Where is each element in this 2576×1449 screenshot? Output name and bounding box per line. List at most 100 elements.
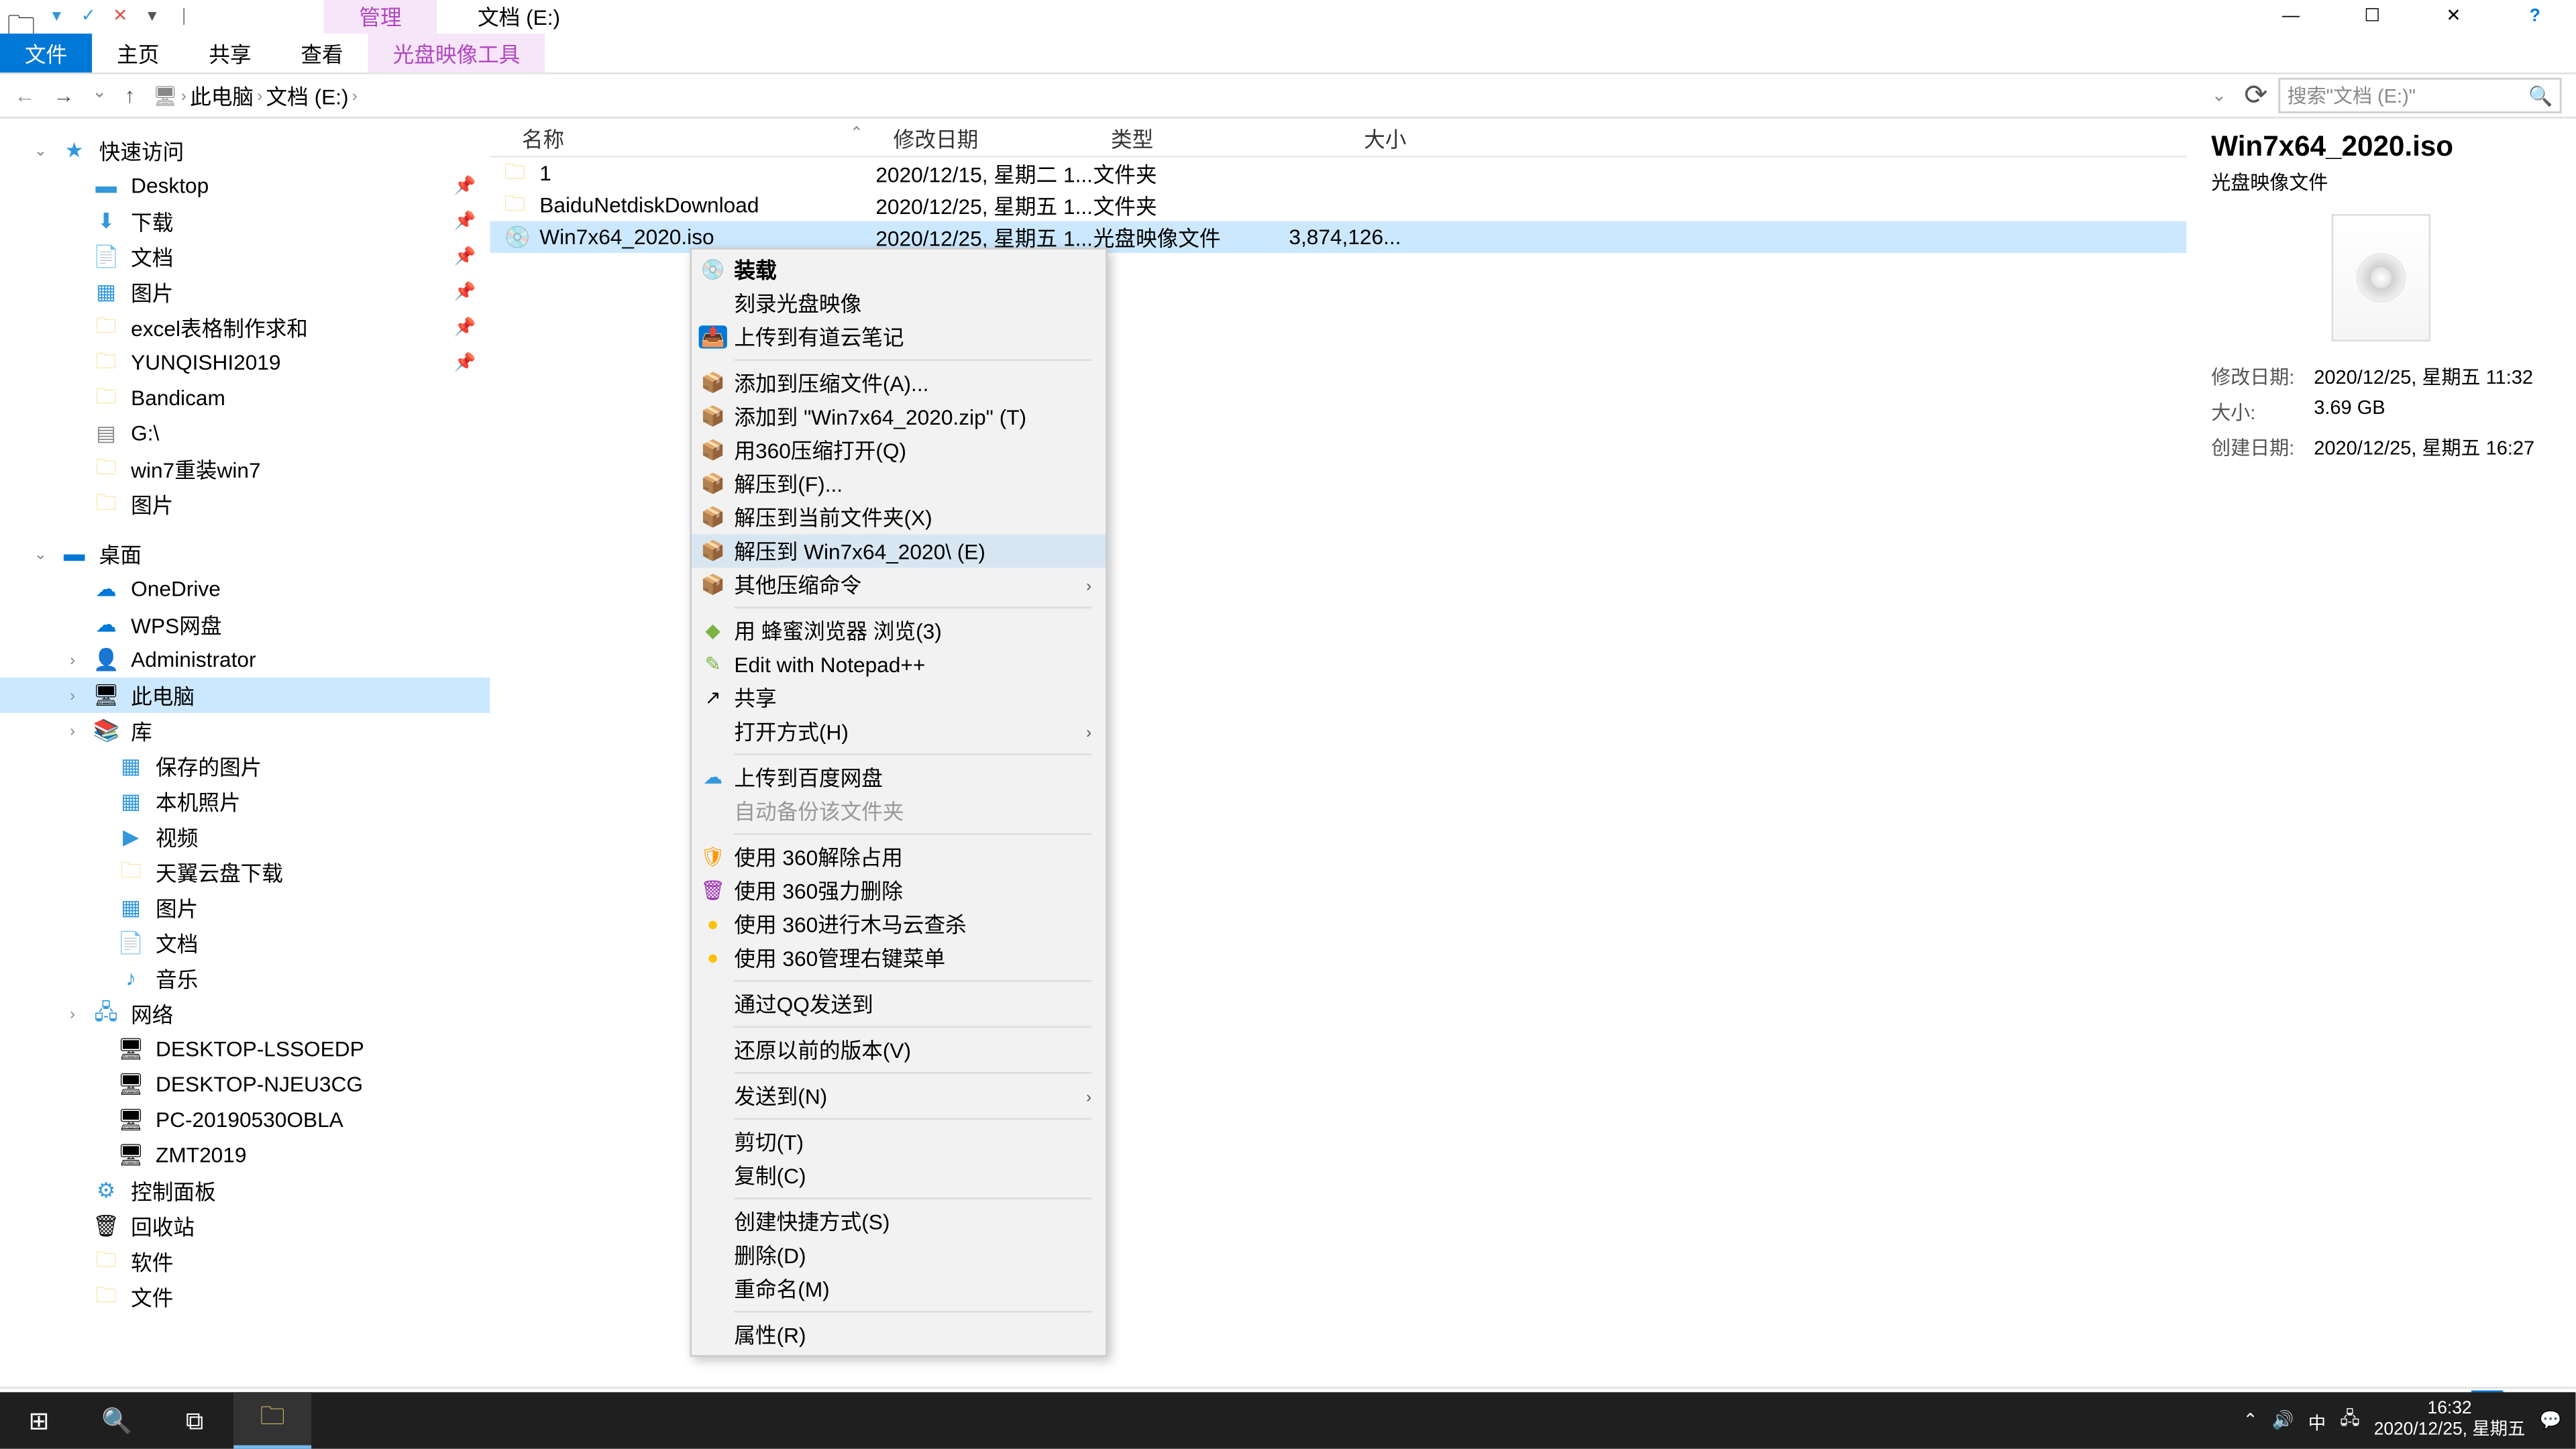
file-row[interactable]: 🗀12020/12/15, 星期二 1...文件夹 [490, 158, 2186, 189]
search-input[interactable]: 搜索"文档 (E:)" 🔍 [2278, 78, 2561, 113]
context-menu-item[interactable]: 📦解压到 Win7x64_2020\ (E) [692, 534, 1106, 568]
tree-item[interactable]: ›🖥此电脑 [0, 678, 490, 713]
tree-item[interactable]: ›👤Administrator [0, 642, 490, 678]
context-menu-item[interactable]: 还原以前的版本(V) [692, 1033, 1106, 1067]
breadcrumb[interactable]: 🖥› 此电脑› 文档 (E:)› ⌄ [146, 80, 2233, 111]
notifications-icon[interactable]: 💬 [2540, 1411, 2562, 1430]
context-menu-item[interactable]: 通过QQ发送到 [692, 987, 1106, 1020]
context-menu-item[interactable]: 📦其他压缩命令› [692, 568, 1106, 601]
context-menu-item[interactable]: 📦用360压缩打开(Q) [692, 433, 1106, 467]
ribbon-tab-3[interactable]: 查看 [276, 34, 368, 72]
header-name[interactable]: 名称 ⌃ [490, 119, 879, 156]
tree-item[interactable]: 🖥DESKTOP-LSSOEDP [0, 1031, 490, 1067]
up-button[interactable]: ↑ [125, 83, 136, 108]
tree-item[interactable]: ▶视频 [0, 819, 490, 855]
tree-item[interactable]: ›📚库 [0, 713, 490, 749]
taskbar-button[interactable]: ⊞ [0, 1392, 78, 1448]
network-icon[interactable]: 🖧 [2340, 1405, 2359, 1436]
tree-item[interactable]: 🗀Bandicam [0, 380, 490, 416]
context-menu-item[interactable]: ↗共享 [692, 681, 1106, 714]
tree-item[interactable]: 📄文档📌 [0, 239, 490, 274]
context-menu-item[interactable]: ✎Edit with Notepad++ [692, 647, 1106, 681]
tree-label: 文档 [156, 928, 198, 958]
tree-item[interactable]: ▦图片📌 [0, 274, 490, 310]
tree-item[interactable]: ▦保存的图片 [0, 748, 490, 784]
clock[interactable]: 16:32 2020/12/25, 星期五 [2374, 1399, 2526, 1442]
tree-item[interactable]: 🗀图片 [0, 486, 490, 522]
context-menu-item[interactable]: 🗑使用 360强力删除 [692, 874, 1106, 908]
context-menu-item[interactable]: 删除(D) [692, 1238, 1106, 1272]
context-menu-item[interactable]: 📦添加到 "Win7x64_2020.zip" (T) [692, 400, 1106, 433]
context-menu-item[interactable]: 打开方式(H)› [692, 714, 1106, 748]
tree-item[interactable]: 🖥PC-20190530OBLA [0, 1102, 490, 1138]
refresh-button[interactable]: ⟳ [2244, 78, 2267, 113]
tree-item[interactable]: 🗀软件 [0, 1244, 490, 1279]
help-button[interactable]: ? [2494, 0, 2575, 34]
ribbon-tab-2[interactable]: 共享 [184, 34, 276, 72]
ribbon-tab-4[interactable]: 光盘映像工具 [368, 34, 545, 72]
tree-item[interactable]: 🖥ZMT2019 [0, 1138, 490, 1173]
tree-item[interactable]: 📄文档 [0, 925, 490, 961]
context-menu-item[interactable]: 📦添加到压缩文件(A)... [692, 366, 1106, 400]
header-type[interactable]: 类型 [1097, 119, 1281, 156]
qa-check-icon[interactable]: ✓ [78, 7, 99, 27]
forward-button[interactable]: → [53, 83, 74, 108]
tree-item[interactable]: ▤G:\ [0, 416, 490, 451]
qa-x-icon[interactable]: ✕ [109, 7, 131, 27]
tree-item[interactable]: ⚙控制面板 [0, 1173, 490, 1208]
taskbar-button[interactable]: 🗀 [233, 1392, 311, 1448]
tree-item[interactable]: 🗀win7重装win7 [0, 451, 490, 486]
context-menu-item[interactable]: 📤上传到有道云笔记 [692, 320, 1106, 354]
context-menu-item[interactable]: 🛡使用 360解除占用 [692, 841, 1106, 874]
context-menu-item[interactable]: 发送到(N)› [692, 1079, 1106, 1113]
context-menu-item[interactable]: ●使用 360管理右键菜单 [692, 941, 1106, 975]
header-modified[interactable]: 修改日期 [879, 119, 1097, 156]
taskbar-button[interactable]: ⧉ [156, 1392, 233, 1448]
tree-item[interactable]: ♪音乐 [0, 961, 490, 996]
tree-label: Desktop [131, 173, 209, 198]
context-menu-item[interactable]: 复制(C) [692, 1159, 1106, 1192]
context-menu-item[interactable]: 属性(R) [692, 1318, 1106, 1352]
tree-icon: 🖧 [92, 995, 120, 1032]
tree-item[interactable]: 🖥DESKTOP-NJEU3CG [0, 1067, 490, 1102]
context-menu-item[interactable]: 剪切(T) [692, 1125, 1106, 1159]
tray-chevron-icon[interactable]: ⌃ [2243, 1411, 2258, 1430]
tree-item[interactable]: 🗀文件 [0, 1279, 490, 1315]
tree-item[interactable]: 🗀YUNQISHI2019📌 [0, 345, 490, 380]
tree-item[interactable]: ☁OneDrive [0, 572, 490, 607]
tree-item[interactable]: 🗀excel表格制作求和📌 [0, 309, 490, 345]
context-menu-item[interactable]: 刻录光盘映像 [692, 286, 1106, 320]
tree-item[interactable]: ⌄★快速访问 [0, 133, 490, 168]
column-headers[interactable]: 名称 ⌃ 修改日期 类型 大小 [490, 119, 2186, 158]
ribbon-tab-0[interactable]: 文件 [0, 34, 92, 72]
back-button[interactable]: ← [14, 83, 36, 108]
context-menu-item[interactable]: 创建快捷方式(S) [692, 1205, 1106, 1238]
file-row[interactable]: 🗀BaiduNetdiskDownload2020/12/25, 星期五 1..… [490, 189, 2186, 221]
maximize-button[interactable]: ☐ [2332, 0, 2413, 34]
taskbar-button[interactable]: 🔍 [78, 1392, 156, 1448]
tree-item[interactable]: ⌄▬桌面 [0, 536, 490, 572]
context-menu-item[interactable]: 📦解压到当前文件夹(X) [692, 500, 1106, 534]
tree-item[interactable]: ▦本机照片 [0, 784, 490, 819]
minimize-button[interactable]: — [2250, 0, 2331, 34]
tree-item[interactable]: 🗑回收站 [0, 1208, 490, 1244]
volume-icon[interactable]: 🔊 [2272, 1411, 2294, 1430]
context-menu-item[interactable]: ●使用 360进行木马云查杀 [692, 908, 1106, 941]
close-button[interactable]: ✕ [2413, 0, 2494, 34]
context-menu-item[interactable]: ◆用 蜂蜜浏览器 浏览(3) [692, 614, 1106, 647]
context-menu-item[interactable]: 重命名(M) [692, 1272, 1106, 1305]
ribbon-tab-1[interactable]: 主页 [92, 34, 184, 72]
qa-more-icon[interactable]: ▾ [142, 7, 163, 27]
ime-icon[interactable]: 中 [2308, 1407, 2326, 1434]
context-menu-item[interactable]: 📦解压到(F)... [692, 467, 1106, 500]
tree-item[interactable]: ▦图片 [0, 890, 490, 925]
context-menu-item[interactable]: 💿装载 [692, 253, 1106, 286]
header-size[interactable]: 大小 [1281, 119, 1422, 156]
context-menu-item[interactable]: ☁上传到百度网盘 [692, 761, 1106, 794]
tree-item[interactable]: 🗀天翼云盘下载 [0, 855, 490, 890]
tree-item[interactable]: ▬Desktop📌 [0, 168, 490, 204]
tree-item[interactable]: ›🖧网络 [0, 996, 490, 1032]
tree-item[interactable]: ☁WPS网盘 [0, 606, 490, 642]
tree-item[interactable]: ⬇下载📌 [0, 203, 490, 239]
qa-dropdown-icon[interactable]: ▾ [46, 7, 68, 27]
